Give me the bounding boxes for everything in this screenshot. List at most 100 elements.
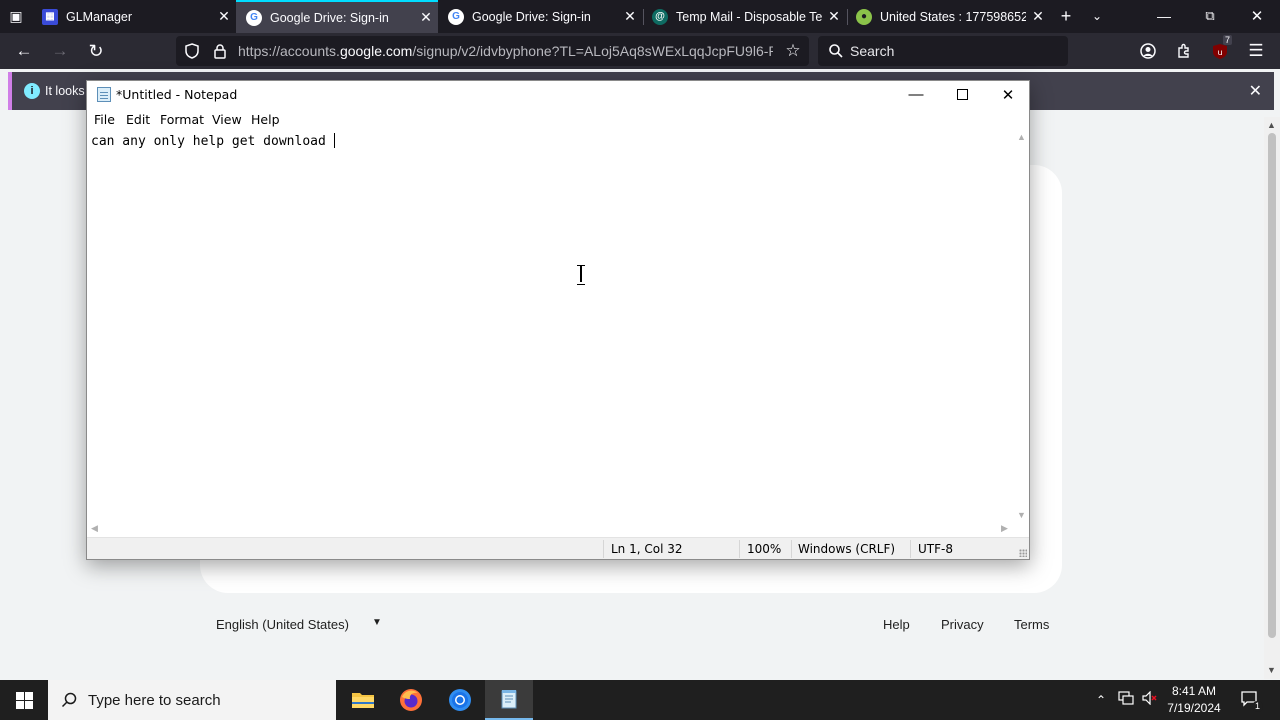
volume-muted-icon[interactable] — [1142, 690, 1158, 708]
tab-google-drive-signin-active[interactable]: G Google Drive: Sign-in ✕ — [236, 0, 438, 33]
chrome-icon — [449, 689, 471, 711]
extensions-puzzle-icon[interactable] — [1170, 39, 1198, 63]
tab-glmanager[interactable]: ▦ GLManager ✕ — [32, 0, 236, 33]
clock-time[interactable]: 8:41 AM — [1164, 684, 1224, 698]
url-prefix: https://accounts. — [238, 43, 340, 59]
tab-close-icon[interactable]: ✕ — [822, 8, 846, 25]
menu-help[interactable]: Help — [251, 112, 280, 127]
language-dropdown-caret-icon[interactable]: ▼ — [372, 617, 382, 628]
account-icon[interactable] — [1134, 39, 1162, 63]
status-bar: Ln 1, Col 32 100% Windows (CRLF) UTF-8 — [87, 537, 1029, 559]
taskbar-firefox[interactable] — [387, 680, 435, 720]
scroll-down-arrow-icon[interactable]: ▼ — [1267, 665, 1276, 675]
editor-horizontal-scrollbar[interactable]: ◀ ▶ — [87, 522, 1014, 535]
tab-close-icon[interactable]: ✕ — [1026, 8, 1050, 25]
mouse-ibeam-cursor-icon — [577, 265, 585, 285]
editor-text: can any only help get download — [91, 134, 334, 149]
tab-close-icon[interactable]: ✕ — [414, 9, 438, 26]
svg-text:u: u — [1217, 48, 1222, 57]
taskbar: Type here to search ⌃ 8:41 AM 7/19/2024 … — [0, 680, 1280, 720]
close-icon[interactable]: ✕ — [985, 81, 1031, 108]
status-separator — [791, 540, 792, 558]
tab-list-icon[interactable]: ▣ — [2, 4, 30, 28]
search-icon — [61, 692, 77, 708]
google-favicon-icon: G — [246, 9, 262, 26]
tab-google-drive-signin[interactable]: G Google Drive: Sign-in ✕ — [438, 0, 642, 33]
bookmark-star-icon[interactable]: ☆ — [779, 39, 807, 63]
list-all-tabs-chevron-icon[interactable]: ⌄ — [1083, 4, 1111, 28]
tab-title: Temp Mail - Disposable Tem — [676, 9, 822, 24]
menu-file[interactable]: File — [94, 112, 115, 127]
language-selector[interactable]: English (United States) — [216, 617, 349, 632]
notification-count-badge: 1 — [1252, 701, 1263, 712]
menu-format[interactable]: Format — [160, 112, 204, 127]
tracking-protection-shield-icon[interactable] — [178, 39, 206, 63]
close-icon[interactable]: ✕ — [1243, 4, 1271, 28]
notification-text: It looks — [45, 84, 85, 98]
forward-arrow-icon[interactable]: → — [46, 39, 74, 63]
editor-vertical-scrollbar[interactable]: ▲ ▼ — [1014, 130, 1029, 522]
minimize-icon[interactable]: — — [1150, 4, 1178, 28]
minimize-icon[interactable]: — — [893, 81, 939, 108]
status-line-ending: Windows (CRLF) — [798, 542, 896, 556]
notepad-window: *Untitled - Notepad — ✕ File Edit Format… — [86, 80, 1030, 560]
tab-close-icon[interactable]: ✕ — [618, 8, 642, 25]
taskbar-chrome[interactable] — [436, 680, 484, 720]
taskbar-search-placeholder: Type here to search — [88, 692, 221, 709]
info-icon: i — [24, 83, 40, 99]
menu-edit[interactable]: Edit — [126, 112, 150, 127]
scrollbar-thumb[interactable] — [1268, 133, 1276, 638]
status-separator — [910, 540, 911, 558]
maximize-icon[interactable] — [939, 81, 985, 108]
taskbar-notepad[interactable] — [485, 680, 533, 720]
footer-help-link[interactable]: Help — [883, 617, 910, 632]
url-text[interactable]: https://accounts.google.com/signup/v2/id… — [238, 43, 773, 59]
reload-icon[interactable]: ↻ — [82, 39, 110, 63]
back-arrow-icon[interactable]: ← — [10, 39, 38, 63]
tab-united-states-sms[interactable]: ● United States : 17759865200 ✕ — [846, 0, 1050, 33]
url-bar[interactable]: https://accounts.google.com/signup/v2/id… — [176, 36, 809, 66]
network-icon[interactable] — [1118, 691, 1134, 708]
status-cursor-position: Ln 1, Col 32 — [611, 542, 683, 556]
notepad-app-icon — [97, 87, 111, 102]
extension-badge: 7 — [1223, 35, 1233, 45]
restore-icon[interactable]: ⧉ — [1196, 4, 1224, 28]
taskbar-file-explorer[interactable] — [339, 680, 387, 720]
url-path: /signup/v2/idvbyphone?TL=ALoj5Aq8sWExLqq… — [412, 43, 773, 59]
text-editor-area[interactable]: can any only help get download — [87, 130, 1014, 522]
taskbar-search-box[interactable]: Type here to search — [48, 680, 336, 720]
tab-close-icon[interactable]: ✕ — [212, 8, 236, 25]
scroll-up-arrow-icon[interactable]: ▲ — [1267, 120, 1276, 130]
page-vertical-scrollbar[interactable]: ▲ ▼ — [1264, 117, 1280, 679]
tab-temp-mail[interactable]: @ Temp Mail - Disposable Tem ✕ — [642, 0, 846, 33]
footer-privacy-link[interactable]: Privacy — [941, 617, 984, 632]
resize-grip[interactable] — [1019, 549, 1027, 557]
scroll-up-arrow-icon[interactable]: ▲ — [1017, 132, 1026, 142]
search-box[interactable]: Search — [818, 36, 1068, 66]
new-tab-plus-icon[interactable]: + — [1052, 4, 1080, 28]
lock-icon[interactable] — [206, 39, 234, 63]
status-zoom: 100% — [747, 542, 782, 556]
scroll-right-arrow-icon[interactable]: ▶ — [1001, 523, 1008, 534]
tab-strip: ▣ ▦ GLManager ✕ G Google Drive: Sign-in … — [0, 0, 1280, 33]
footer-terms-link[interactable]: Terms — [1014, 617, 1049, 632]
scroll-down-arrow-icon[interactable]: ▼ — [1017, 510, 1026, 520]
tab-title: United States : 17759865200 — [880, 9, 1026, 24]
scroll-left-arrow-icon[interactable]: ◀ — [91, 523, 98, 534]
windows-logo-icon — [15, 691, 33, 709]
ublock-origin-icon[interactable]: u 7 — [1206, 35, 1234, 63]
folder-icon — [352, 693, 374, 708]
notification-close-icon[interactable]: ✕ — [1249, 81, 1262, 101]
search-placeholder: Search — [850, 43, 895, 59]
tab-title: Google Drive: Sign-in — [472, 9, 591, 24]
search-icon — [822, 39, 850, 63]
show-hidden-icons-chevron-icon[interactable]: ⌃ — [1096, 693, 1106, 707]
text-caret — [333, 133, 335, 148]
clock-date[interactable]: 7/19/2024 — [1164, 701, 1224, 715]
menu-view[interactable]: View — [212, 112, 242, 127]
notepad-icon — [501, 690, 517, 709]
notepad-title-bar[interactable]: *Untitled - Notepad — ✕ — [87, 81, 1029, 108]
tab-title: Google Drive: Sign-in — [270, 10, 389, 25]
app-menu-hamburger-icon[interactable]: ☰ — [1242, 39, 1270, 63]
start-button[interactable] — [0, 680, 48, 720]
